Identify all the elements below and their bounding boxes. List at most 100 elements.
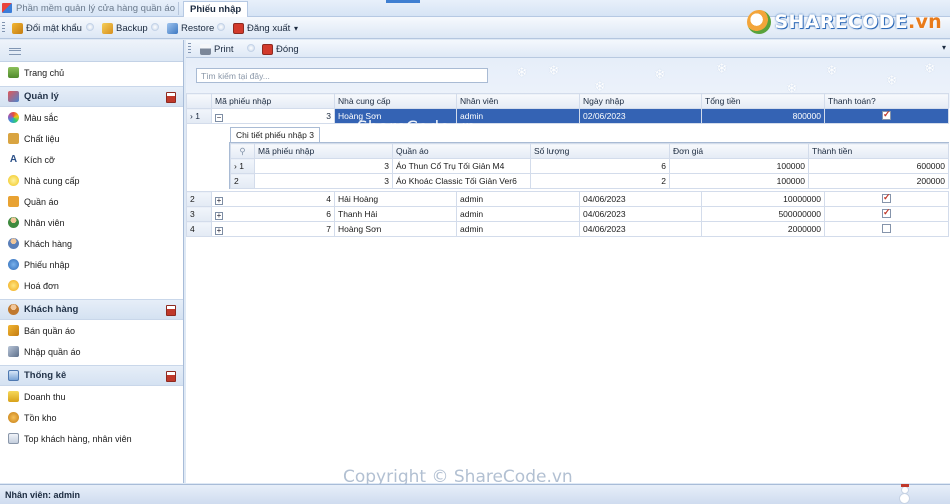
- toolbar-grip[interactable]: [2, 22, 5, 34]
- cell-date[interactable]: 04/06/2023: [579, 221, 702, 237]
- cell-paid[interactable]: [824, 221, 949, 237]
- sidebar-item-ton-kho[interactable]: Tồn kho: [0, 407, 183, 428]
- table-row[interactable]: 4 +7 Hoàng Sơn admin 04/06/2023 2000000: [186, 221, 949, 237]
- cell-total[interactable]: 800000: [701, 108, 825, 124]
- logout-button[interactable]: Đăng xuất: [233, 21, 290, 35]
- expand-row-icon[interactable]: +: [215, 226, 223, 235]
- detail-row[interactable]: › 1 3 Áo Thun Cổ Trụ Tối Giản M4 6 10000…: [230, 158, 949, 174]
- toolbar-overflow-icon[interactable]: ▾: [942, 43, 946, 52]
- toolbar-grip[interactable]: [188, 43, 191, 55]
- cell-price[interactable]: 100000: [669, 173, 809, 189]
- column-header[interactable]: Thanh toán?: [824, 93, 949, 109]
- cell-id[interactable]: +4: [211, 191, 335, 207]
- column-header[interactable]: Mã phiếu nhập: [254, 143, 393, 159]
- detail-row[interactable]: 2 3 Áo Khoác Classic Tối Giản Ver6 2 100…: [230, 173, 949, 189]
- sidebar-menu-toggle[interactable]: [0, 40, 183, 62]
- grid-toolbar: Print Đóng ▾: [186, 40, 950, 58]
- cell-staff[interactable]: admin: [456, 191, 580, 207]
- search-input[interactable]: Tìm kiếm tại đây...: [196, 68, 488, 83]
- cell-amount[interactable]: 200000: [808, 173, 949, 189]
- sidebar-group-khach-hang[interactable]: Khách hàng: [0, 299, 183, 320]
- sidebar-item-quan-ao[interactable]: Quần áo: [0, 191, 183, 212]
- toolbar-overflow-icon[interactable]: ▾: [294, 24, 298, 33]
- cell-total[interactable]: 10000000: [701, 191, 825, 207]
- sidebar-item-khach-hang[interactable]: Khách hàng: [0, 233, 183, 254]
- collapse-group-icon[interactable]: [166, 92, 176, 103]
- column-header[interactable]: Quần áo: [392, 143, 531, 159]
- cell-date[interactable]: 04/06/2023: [579, 191, 702, 207]
- sidebar-item-label: Tồn kho: [24, 412, 57, 423]
- sidebar-item-nhap-quan-ao[interactable]: Nhập quần áo: [0, 341, 183, 362]
- column-header[interactable]: Nhà cung cấp: [334, 93, 457, 109]
- cell-id[interactable]: −3: [211, 108, 335, 124]
- cell-item[interactable]: Áo Thun Cổ Trụ Tối Giản M4: [392, 158, 531, 174]
- cell-date[interactable]: 04/06/2023: [579, 206, 702, 222]
- column-header[interactable]: Thành tiền: [808, 143, 949, 159]
- column-header[interactable]: Mã phiếu nhập: [211, 93, 335, 109]
- expand-row-icon[interactable]: +: [215, 211, 223, 220]
- cell-paid[interactable]: [824, 108, 949, 124]
- cell-total[interactable]: 2000000: [701, 221, 825, 237]
- column-header[interactable]: Tổng tiền: [701, 93, 825, 109]
- sidebar-item-nhan-vien[interactable]: Nhân viên: [0, 212, 183, 233]
- row-indicator: 2: [230, 173, 255, 189]
- collapse-group-icon[interactable]: [166, 305, 176, 316]
- paid-checkbox[interactable]: [882, 223, 891, 233]
- cell-supplier[interactable]: Thanh Hải: [334, 206, 457, 222]
- close-button[interactable]: Đóng: [262, 42, 299, 56]
- cell-total[interactable]: 500000000: [701, 206, 825, 222]
- sidebar-item-home[interactable]: Trang chủ: [0, 62, 183, 83]
- sidebar-item-ban-quan-ao[interactable]: Bán quần áo: [0, 320, 183, 341]
- cell-amount[interactable]: 600000: [808, 158, 949, 174]
- cell-price[interactable]: 100000: [669, 158, 809, 174]
- change-password-button[interactable]: Đổi mật khẩu: [12, 21, 82, 35]
- cell-qty[interactable]: 2: [530, 173, 670, 189]
- change-password-label: Đổi mật khẩu: [26, 22, 82, 34]
- cell-id[interactable]: +7: [211, 221, 335, 237]
- sidebar-item-phieu-nhap[interactable]: Phiếu nhập: [0, 254, 183, 275]
- sidebar-item-chat-lieu[interactable]: Chất liệu: [0, 128, 183, 149]
- cell-staff[interactable]: admin: [456, 221, 580, 237]
- print-button[interactable]: Print: [200, 42, 234, 56]
- cell-paid[interactable]: [824, 206, 949, 222]
- collapse-group-icon[interactable]: [166, 371, 176, 382]
- cell-date[interactable]: 02/06/2023: [579, 108, 702, 124]
- sidebar-item-doanh-thu[interactable]: Doanh thu: [0, 386, 183, 407]
- detail-tab[interactable]: Chi tiết phiếu nhập 3: [230, 127, 320, 142]
- sidebar-item-mau-sac[interactable]: Màu sắc: [0, 107, 183, 128]
- cell-paid[interactable]: [824, 191, 949, 207]
- table-row[interactable]: 2 +4 Hải Hoàng admin 04/06/2023 10000000: [186, 191, 949, 207]
- manage-icon: [8, 91, 19, 102]
- toolbar-separator: [151, 23, 159, 31]
- cell-supplier[interactable]: Hải Hoàng: [334, 191, 457, 207]
- sidebar-item-nha-cung-cap[interactable]: Nhà cung cấp: [0, 170, 183, 191]
- restore-button[interactable]: Restore: [167, 21, 214, 35]
- cell-id[interactable]: +6: [211, 206, 335, 222]
- table-row[interactable]: 3 +6 Thanh Hải admin 04/06/2023 50000000…: [186, 206, 949, 222]
- cell-id[interactable]: 3: [254, 173, 393, 189]
- cell-item[interactable]: Áo Khoác Classic Tối Giản Ver6: [392, 173, 531, 189]
- cell-supplier[interactable]: Hoàng Sơn: [334, 221, 457, 237]
- table-row[interactable]: › 1 −3 Hoàng Sơn admin 02/06/2023 800000: [186, 108, 949, 124]
- column-header[interactable]: Ngày nhập: [579, 93, 702, 109]
- cell-id[interactable]: 3: [254, 158, 393, 174]
- cell-staff[interactable]: admin: [456, 206, 580, 222]
- column-header[interactable]: Nhân viên: [456, 93, 580, 109]
- sidebar-item-hoa-don[interactable]: Hoá đơn: [0, 275, 183, 296]
- column-header[interactable]: Đơn giá: [669, 143, 809, 159]
- cell-qty[interactable]: 6: [530, 158, 670, 174]
- sidebar-group-quan-ly[interactable]: Quản lý: [0, 86, 183, 107]
- statistics-icon: [8, 370, 19, 381]
- paid-checkbox[interactable]: [882, 208, 891, 218]
- paid-checkbox[interactable]: [882, 193, 891, 203]
- column-header[interactable]: Số lượng: [530, 143, 670, 159]
- expand-row-icon[interactable]: +: [215, 196, 223, 205]
- backup-button[interactable]: Backup: [102, 21, 148, 35]
- sidebar-item-top[interactable]: Top khách hàng, nhân viên: [0, 428, 183, 449]
- paid-checkbox[interactable]: [882, 110, 891, 120]
- sidebar-item-kich-co[interactable]: A Kích cỡ: [0, 149, 183, 170]
- collapse-row-icon[interactable]: −: [215, 113, 223, 122]
- tab-phieu-nhap[interactable]: Phiếu nhập: [183, 1, 249, 17]
- filter-icon[interactable]: ⚲: [230, 143, 255, 159]
- sidebar-group-thong-ke[interactable]: Thống kê: [0, 365, 183, 386]
